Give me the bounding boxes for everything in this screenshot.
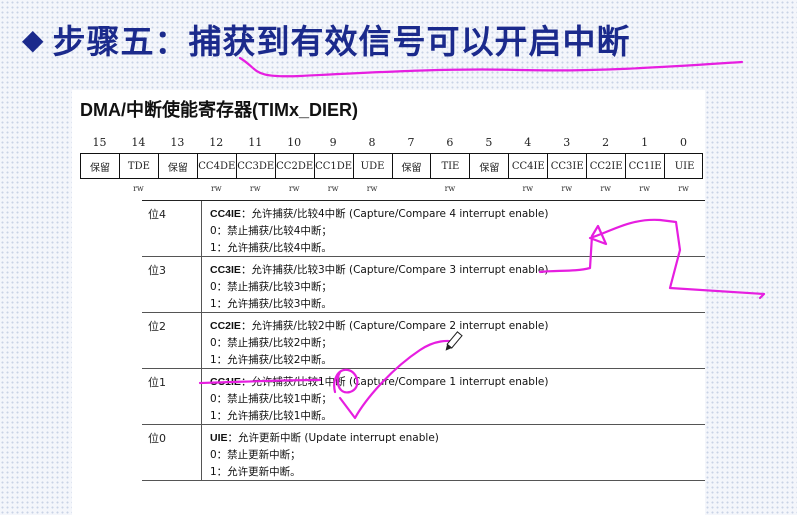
ink-annotations <box>198 56 766 420</box>
arrow-stroke <box>538 218 766 300</box>
pen-cursor-icon <box>445 331 463 351</box>
title-underline-stroke <box>238 56 744 78</box>
check-circle-stroke <box>198 368 359 394</box>
